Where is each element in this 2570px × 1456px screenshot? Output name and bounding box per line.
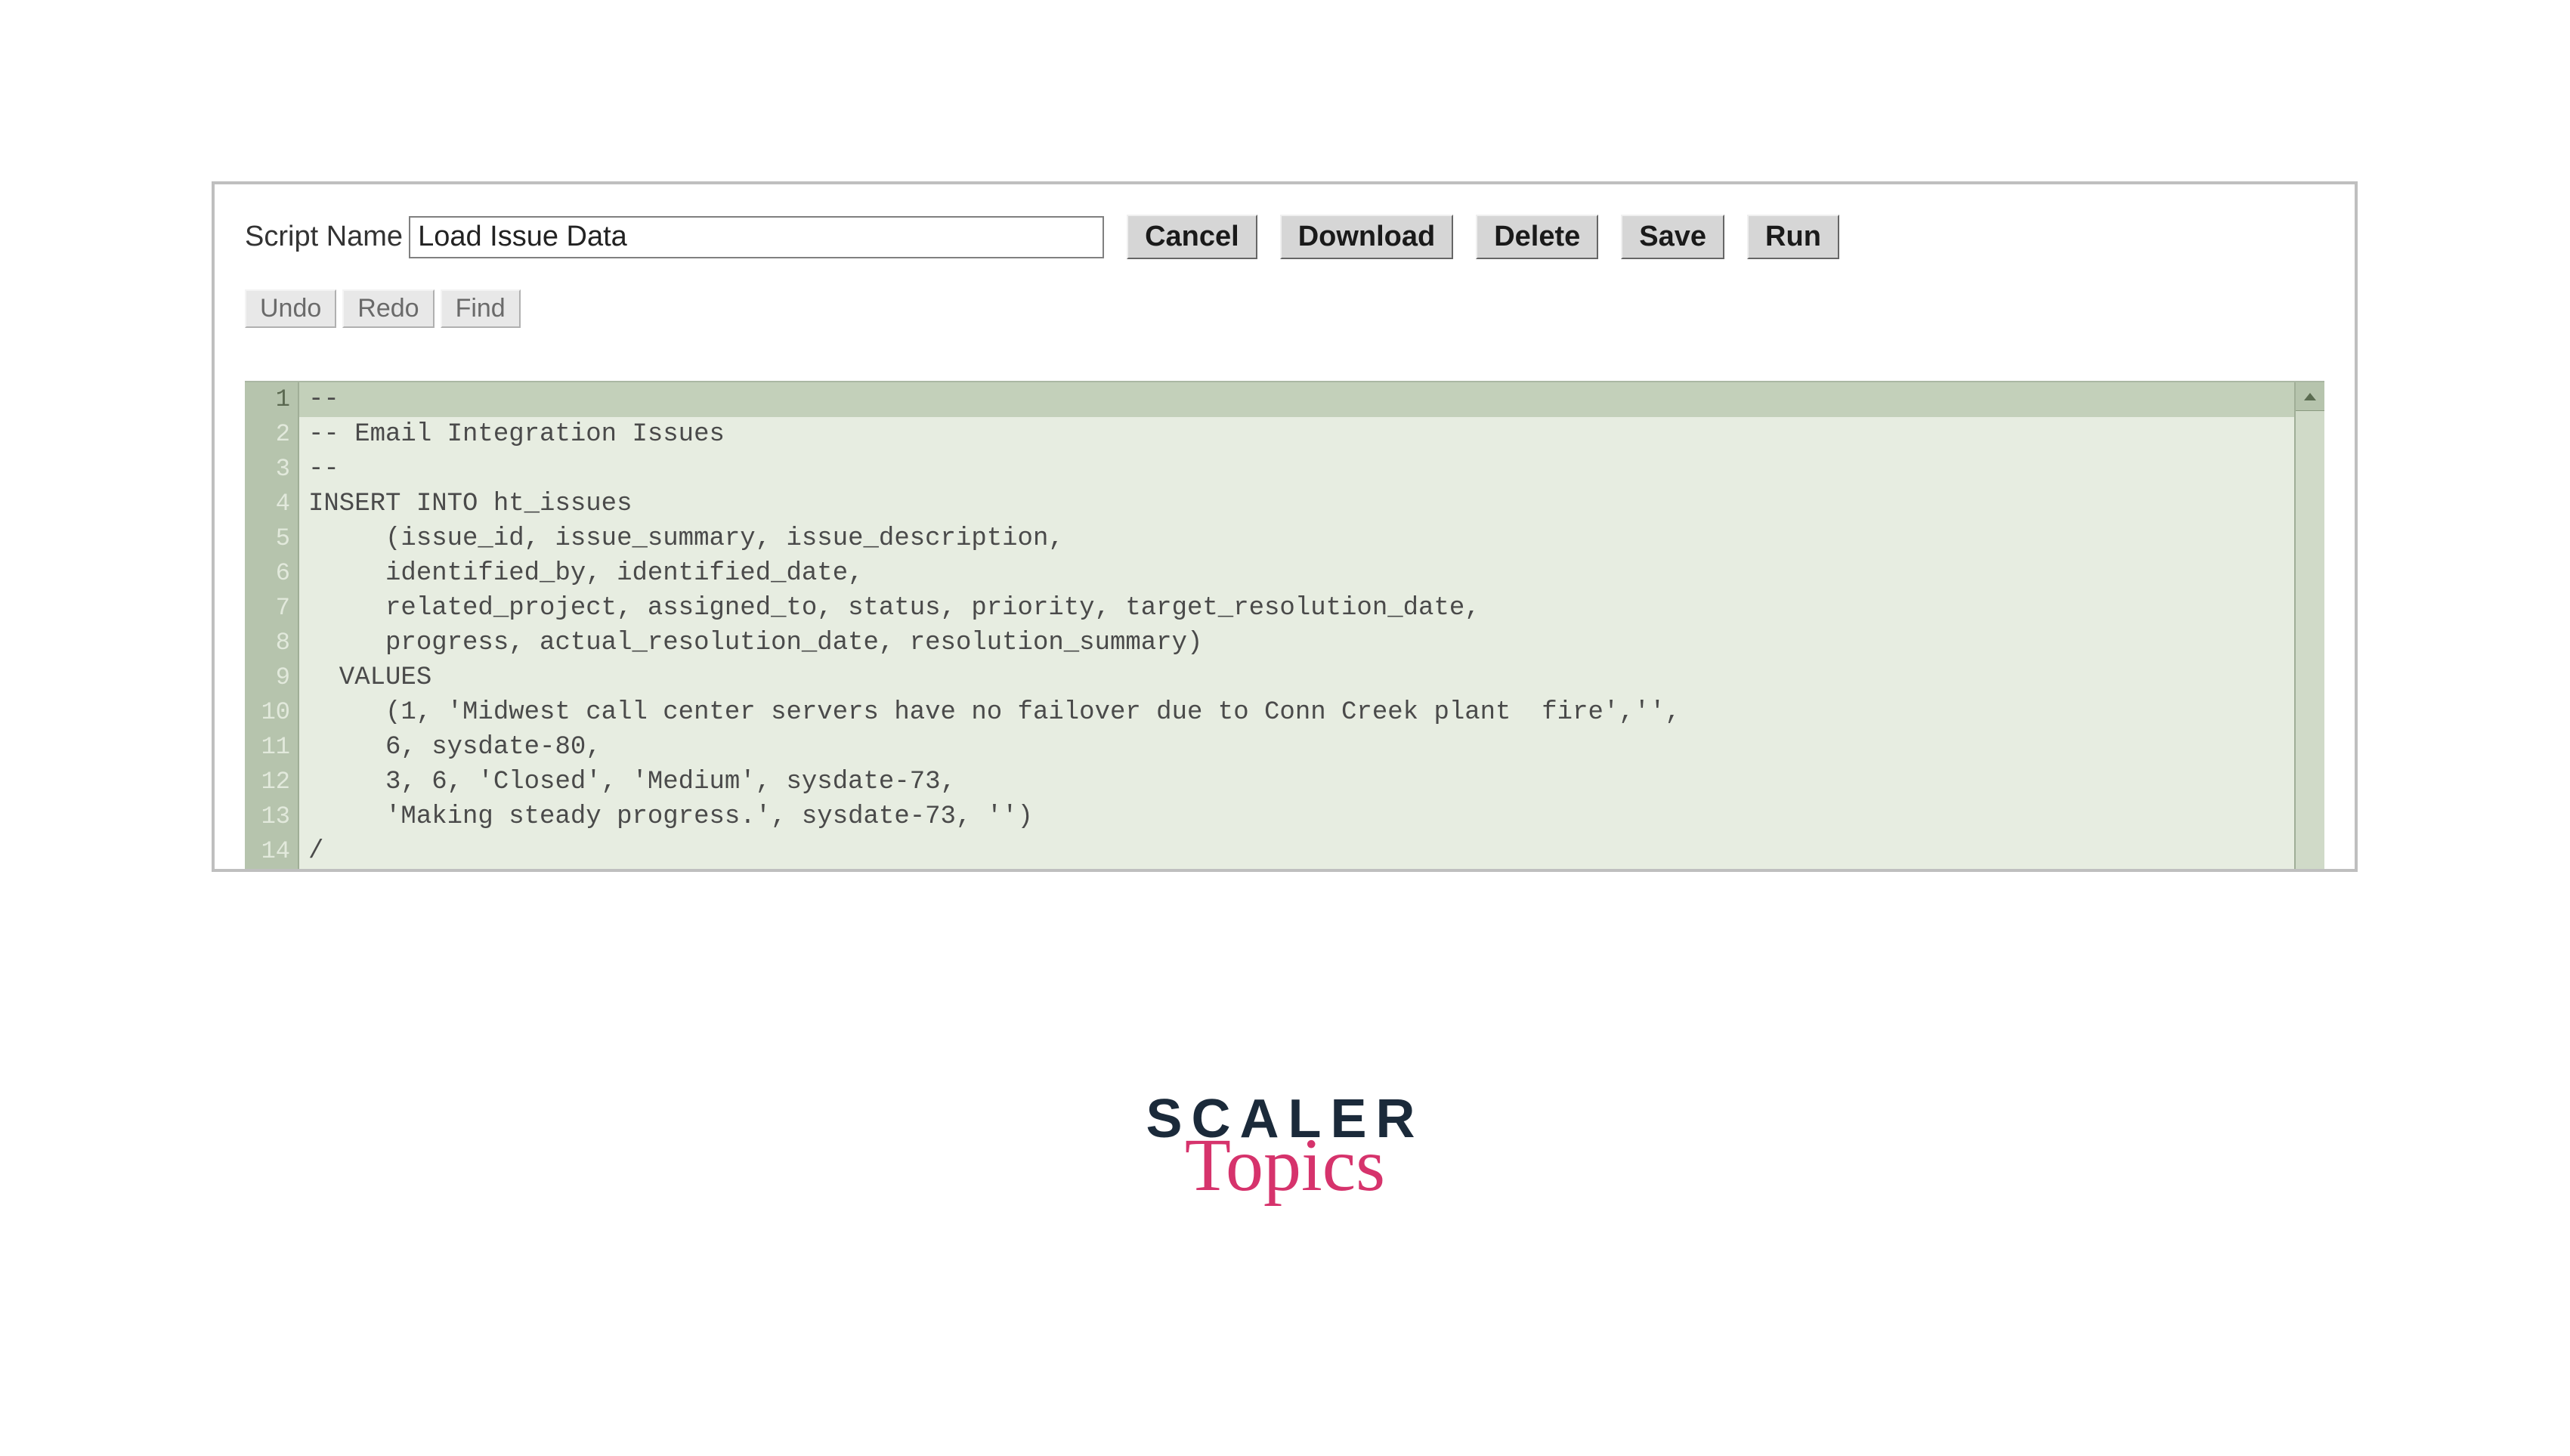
- code-line[interactable]: VALUES: [299, 660, 2294, 695]
- delete-button[interactable]: Delete: [1476, 215, 1598, 259]
- brand-topics: Topics: [0, 1127, 2570, 1203]
- line-number: 5: [245, 521, 298, 556]
- code-line[interactable]: --: [299, 452, 2294, 487]
- utility-toolbar: Undo Redo Find: [245, 289, 2324, 328]
- code-line[interactable]: 'Making steady progress.', sysdate-73, '…: [299, 799, 2294, 834]
- line-number: 13: [245, 799, 298, 834]
- code-editor[interactable]: 1 2 3 4 5 6 7 8 9 10 11 12 13 14 -- -- E…: [245, 381, 2324, 869]
- line-number: 6: [245, 556, 298, 591]
- action-buttons: Cancel Download Delete Save Run: [1127, 215, 1839, 259]
- line-number: 14: [245, 834, 298, 869]
- script-editor-panel: Script Name Cancel Download Delete Save …: [212, 181, 2358, 872]
- line-number: 9: [245, 660, 298, 695]
- line-number-gutter: 1 2 3 4 5 6 7 8 9 10 11 12 13 14: [245, 382, 299, 869]
- code-line[interactable]: 6, sysdate-80,: [299, 730, 2294, 765]
- line-number: 2: [245, 417, 298, 452]
- undo-button[interactable]: Undo: [245, 289, 336, 328]
- scroll-up-icon[interactable]: [2296, 382, 2324, 411]
- line-number: 11: [245, 730, 298, 765]
- code-line[interactable]: --: [299, 382, 2294, 417]
- line-number: 10: [245, 695, 298, 730]
- line-number: 1: [245, 382, 298, 417]
- code-line[interactable]: INSERT INTO ht_issues: [299, 487, 2294, 521]
- line-number: 4: [245, 487, 298, 521]
- code-line[interactable]: /: [299, 834, 2294, 869]
- code-line[interactable]: related_project, assigned_to, status, pr…: [299, 591, 2294, 626]
- download-button[interactable]: Download: [1280, 215, 1454, 259]
- code-line[interactable]: identified_by, identified_date,: [299, 556, 2294, 591]
- code-line[interactable]: (1, 'Midwest call center servers have no…: [299, 695, 2294, 730]
- vertical-scrollbar[interactable]: [2294, 382, 2324, 869]
- script-name-input[interactable]: [409, 216, 1104, 258]
- save-button[interactable]: Save: [1621, 215, 1724, 259]
- branding-logo: SCALER Topics: [0, 1088, 2570, 1203]
- line-number: 7: [245, 591, 298, 626]
- code-line[interactable]: (issue_id, issue_summary, issue_descript…: [299, 521, 2294, 556]
- code-line[interactable]: 3, 6, 'Closed', 'Medium', sysdate-73,: [299, 765, 2294, 799]
- redo-button[interactable]: Redo: [342, 289, 434, 328]
- script-name-label: Script Name: [245, 221, 403, 253]
- run-button[interactable]: Run: [1747, 215, 1839, 259]
- code-line[interactable]: -- Email Integration Issues: [299, 417, 2294, 452]
- cancel-button[interactable]: Cancel: [1127, 215, 1257, 259]
- line-number: 8: [245, 626, 298, 660]
- code-line[interactable]: progress, actual_resolution_date, resolu…: [299, 626, 2294, 660]
- header-row: Script Name Cancel Download Delete Save …: [245, 215, 2324, 259]
- code-content[interactable]: -- -- Email Integration Issues -- INSERT…: [299, 382, 2294, 869]
- line-number: 12: [245, 765, 298, 799]
- find-button[interactable]: Find: [441, 289, 521, 328]
- line-number: 3: [245, 452, 298, 487]
